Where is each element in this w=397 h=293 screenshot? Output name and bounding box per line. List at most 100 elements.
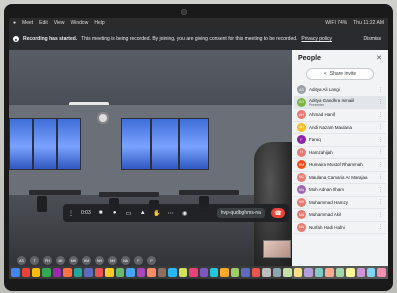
raise-hand-icon[interactable]: ✋ [153,209,161,217]
participant-menu-icon[interactable]: ⋮ [378,174,383,180]
dock-app-icon[interactable] [168,268,177,277]
menu-item-help[interactable]: Help [94,20,104,26]
privacy-policy-link[interactable]: Privacy policy [301,36,332,42]
phone-hangup-icon[interactable]: ☎ [271,208,285,218]
dock-app-icon[interactable] [52,268,62,277]
dock-app-icon[interactable] [293,268,303,277]
participant-row[interactable]: MC Maulana Camaria Ar Marajaa ⋮ [294,172,386,184]
microphone-icon[interactable]: ● [111,209,119,217]
dock-app-icon[interactable] [251,268,261,277]
dock-app-icon[interactable] [178,268,188,277]
camera-icon[interactable]: ■ [97,209,105,217]
participant-menu-icon[interactable]: ⋮ [378,112,383,118]
dock-app-icon[interactable] [126,268,135,277]
dock-app-icon[interactable] [94,268,104,277]
dock-app-icon[interactable] [209,268,219,277]
participant-menu-icon[interactable]: ⋮ [378,87,383,93]
dock-app-icon[interactable] [377,268,386,277]
participant-bubble[interactable]: NH [95,256,104,265]
participant-menu-icon[interactable]: ⋮ [378,124,383,130]
participant-row[interactable]: AG Aditya Gandhra Ismaiil Presenter ⋮ [294,96,386,109]
participant-menu-icon[interactable]: ⋮ [378,137,383,143]
dock-app-icon[interactable] [32,268,41,277]
dock-app-icon[interactable] [199,268,208,277]
dock-app-icon[interactable] [105,268,114,277]
dock-app-icon[interactable] [73,268,83,277]
main-video[interactable] [9,50,292,279]
people-panel: People ✕ < Share invite AS Aditya Ali Lan… [292,50,388,279]
dock-app-icon[interactable] [189,268,198,277]
dock-app-icon[interactable] [147,268,156,277]
participant-bubble[interactable]: MI [56,256,65,265]
menu-clock[interactable]: Thu 11:22 AM [353,20,384,26]
dock-app-icon[interactable] [367,268,376,277]
participant-menu-icon[interactable]: ⋮ [378,162,383,168]
dock-app-icon[interactable] [272,268,282,277]
dock-app-icon[interactable] [42,268,51,277]
dock-app-icon[interactable] [63,268,72,277]
participant-row[interactable]: NA Nurfah Hadi Hafni ⋮ [294,222,386,234]
participant-menu-icon[interactable]: ⋮ [378,149,383,155]
present-icon[interactable]: ▲ [139,209,147,217]
participant-bubble[interactable]: NH [108,256,117,265]
participant-bubble[interactable]: NA [121,256,130,265]
participant-row[interactable]: AH Ahmad Hanif ⋮ [294,109,386,122]
dock-app-icon[interactable] [115,268,125,277]
participant-menu-icon[interactable]: ⋮ [378,224,383,230]
participant-row[interactable]: AS Aditya Ali Langi ⋮ [294,84,386,97]
participant-name: Faruq [309,137,375,142]
dock-app-icon[interactable] [21,268,30,277]
record-icon[interactable]: ◉ [181,209,189,217]
dock-app-icon[interactable] [356,268,365,277]
participant-bubble[interactable]: AS [17,256,26,265]
participant-bubble[interactable]: T [30,256,39,265]
dock-app-icon[interactable] [335,268,345,277]
participant-bubble[interactable]: PH [43,256,52,265]
dock-app-icon[interactable] [283,268,292,277]
share-invite-button[interactable]: < Share invite [306,68,374,80]
captions-icon[interactable]: ▭ [125,209,133,217]
dock-app-icon[interactable] [11,268,20,277]
participant-row[interactable]: HM Humaira Mustof Rhammah ⋮ [294,159,386,172]
participant-bubble[interactable]: P [147,256,156,265]
dismiss-button[interactable]: Dismiss [361,34,385,44]
participant-bubble[interactable]: HM [82,256,91,265]
status-indicators[interactable]: WIFI 74% [325,20,347,26]
close-icon[interactable]: ✕ [376,54,382,62]
dock-app-icon[interactable] [314,268,324,277]
participant-menu-icon[interactable]: ⋮ [378,187,383,193]
participant-bubble[interactable]: F [134,256,143,265]
participant-name: Andi Nazam Maulana [309,125,375,130]
apple-icon[interactable]: ● [13,20,16,26]
dock-app-icon[interactable] [346,268,355,277]
dock-app-icon[interactable] [241,268,250,277]
dock-app-icon[interactable] [136,268,146,277]
participant-bubble[interactable]: MH [69,256,78,265]
participant-menu-icon[interactable]: ⋮ [378,212,383,218]
participant-menu-icon[interactable]: ⋮ [378,99,383,105]
menu-item-edit[interactable]: Edit [39,20,48,26]
screen: ● Meet Edit View Window Help WIFI 74% Th… [9,18,388,279]
dock-app-icon[interactable] [220,268,229,277]
participant-name-text: Nurfah Hadi Hafni [309,224,345,230]
more-options-icon[interactable]: ⋯ [167,209,175,217]
participant-row[interactable]: MA Muhammad Akil ⋮ [294,209,386,222]
dock-app-icon[interactable] [230,268,240,277]
dock-app-icon[interactable] [262,268,271,277]
meeting-code[interactable]: hvp-qudbghms-na [216,208,265,218]
participant-name: Ahmad Hanif [309,112,375,117]
menu-item-view[interactable]: View [54,20,65,26]
participant-row[interactable]: F Faruq ⋮ [294,134,386,147]
dock-app-icon[interactable] [325,268,334,277]
participant-row[interactable]: H Hamzahijah ⋮ [294,147,386,159]
participant-row[interactable]: MA Moh Adnan Ilham ⋮ [294,184,386,197]
dock-app-icon[interactable] [84,268,93,277]
options-icon[interactable]: ⋮ [67,209,75,217]
participant-row[interactable]: AH Andi Nazam Maulana ⋮ [294,122,386,134]
dock-app-icon[interactable] [304,268,313,277]
menu-item-window[interactable]: Window [71,20,89,26]
menu-item-meet[interactable]: Meet [22,20,33,26]
dock-app-icon[interactable] [157,268,167,277]
participant-menu-icon[interactable]: ⋮ [378,199,383,205]
participant-row[interactable]: MH Muhammad Hamzy ⋮ [294,197,386,209]
